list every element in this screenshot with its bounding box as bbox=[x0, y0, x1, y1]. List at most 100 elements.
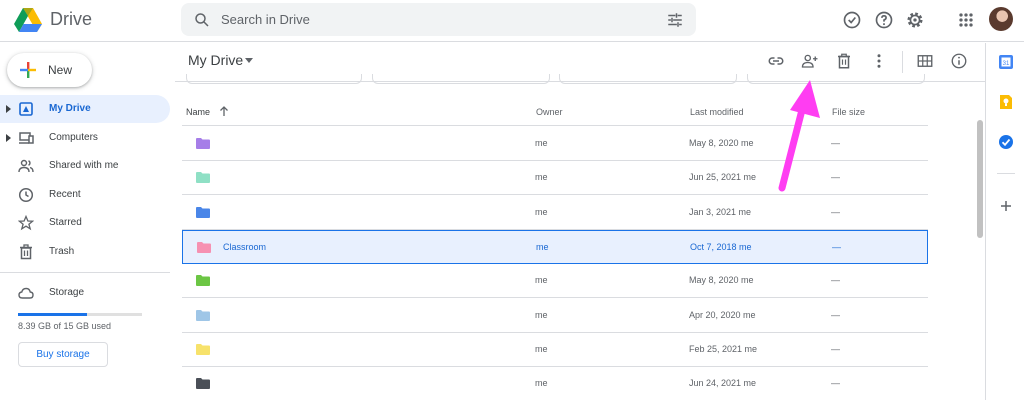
file-owner: me bbox=[535, 172, 548, 183]
column-header-file-size[interactable]: File size bbox=[832, 107, 865, 117]
page-title[interactable]: My Drive bbox=[188, 52, 243, 68]
clock-icon bbox=[18, 187, 34, 203]
my-drive-icon bbox=[19, 102, 33, 116]
chevron-down-icon[interactable] bbox=[245, 58, 253, 63]
ready-for-offline-icon[interactable] bbox=[842, 10, 862, 30]
storage-usage-text: 8.39 GB of 15 GB used bbox=[18, 321, 112, 331]
file-size: — bbox=[831, 206, 840, 217]
get-link-icon[interactable] bbox=[767, 52, 785, 70]
plus-icon bbox=[20, 62, 36, 78]
file-size: — bbox=[831, 138, 840, 148]
file-owner: me bbox=[535, 275, 548, 286]
computer-icon bbox=[19, 132, 34, 144]
sidebar: New My Drive Computers Shared with me Re… bbox=[0, 43, 175, 400]
info-icon[interactable] bbox=[950, 52, 968, 70]
file-owner: me bbox=[536, 241, 549, 252]
scrollbar-thumb[interactable] bbox=[977, 120, 983, 238]
cloud-icon bbox=[18, 287, 34, 299]
keep-notes-icon[interactable] bbox=[998, 94, 1014, 110]
column-header-last-modified[interactable]: Last modified bbox=[690, 107, 744, 117]
trash-icon bbox=[20, 244, 32, 260]
account-avatar[interactable] bbox=[989, 7, 1013, 31]
top-bar: Drive bbox=[0, 0, 1024, 42]
table-row[interactable]: me May 8, 2020 me — bbox=[182, 264, 928, 299]
sidebar-item-my-drive[interactable]: My Drive bbox=[0, 95, 170, 123]
file-owner: me bbox=[535, 309, 548, 320]
sidebar-item-computers[interactable]: Computers bbox=[0, 124, 170, 152]
search-options-icon[interactable] bbox=[666, 11, 684, 29]
help-icon[interactable] bbox=[874, 10, 894, 30]
storage-usage-bar bbox=[18, 313, 142, 316]
file-last-modified: Jan 3, 2021 me bbox=[689, 206, 752, 217]
file-owner: me bbox=[535, 378, 548, 389]
file-owner: me bbox=[535, 138, 548, 148]
quick-access-card[interactable] bbox=[186, 74, 362, 84]
file-size: — bbox=[831, 275, 840, 286]
storage-usage-fill bbox=[18, 313, 88, 316]
toolbar-divider bbox=[902, 51, 903, 73]
side-panel-divider bbox=[997, 173, 1015, 174]
google-apps-icon[interactable] bbox=[956, 10, 976, 30]
sidebar-item-recent[interactable]: Recent bbox=[0, 181, 170, 209]
file-size: — bbox=[831, 172, 840, 183]
file-last-modified: May 8, 2020 me bbox=[689, 138, 754, 148]
table-row[interactable]: me Jan 3, 2021 me — bbox=[182, 196, 928, 230]
sidebar-item-trash[interactable]: Trash bbox=[0, 238, 170, 266]
shared-people-icon bbox=[18, 159, 34, 173]
table-row[interactable]: me Feb 25, 2021 me — bbox=[182, 333, 928, 367]
calendar-icon[interactable]: 31 bbox=[998, 54, 1014, 70]
quick-access-card[interactable] bbox=[372, 74, 550, 84]
drive-logo-icon[interactable] bbox=[14, 7, 42, 33]
expand-caret-icon[interactable] bbox=[6, 133, 12, 143]
file-size: — bbox=[831, 343, 840, 354]
file-last-modified: Feb 25, 2021 me bbox=[689, 343, 758, 354]
main-content: My Drive Name Owner Last modified File s… bbox=[175, 43, 985, 400]
file-size: — bbox=[831, 378, 840, 389]
table-row[interactable]: Classroom me Oct 7, 2018 me — bbox=[182, 229, 928, 264]
folder-icon bbox=[196, 378, 210, 390]
new-button[interactable]: New bbox=[7, 53, 92, 87]
file-name: Classroom bbox=[223, 241, 267, 252]
brand-title[interactable]: Drive bbox=[50, 9, 92, 30]
column-header-name[interactable]: Name bbox=[186, 107, 210, 117]
svg-text:31: 31 bbox=[1003, 61, 1010, 67]
table-row[interactable]: me Apr 20, 2020 me — bbox=[182, 299, 928, 333]
folder-icon bbox=[196, 172, 210, 184]
tasks-icon[interactable] bbox=[998, 134, 1014, 150]
sidebar-item-label: Trash bbox=[49, 246, 75, 257]
folder-icon bbox=[196, 309, 210, 321]
side-panel: 31 bbox=[985, 43, 1024, 400]
trash-icon[interactable] bbox=[835, 52, 853, 70]
sidebar-item-storage[interactable]: Storage bbox=[0, 279, 170, 307]
table-row[interactable]: me Jun 24, 2021 me — bbox=[182, 367, 928, 400]
expand-caret-icon[interactable] bbox=[6, 104, 12, 114]
sidebar-item-label: Computers bbox=[49, 132, 98, 143]
sidebar-item-shared-with-me[interactable]: Shared with me bbox=[0, 152, 170, 180]
folder-icon bbox=[196, 138, 210, 149]
sidebar-item-label: My Drive bbox=[49, 103, 91, 114]
sidebar-item-label: Storage bbox=[49, 287, 85, 298]
more-vert-icon[interactable] bbox=[870, 52, 888, 70]
file-last-modified: Jun 24, 2021 me bbox=[689, 378, 757, 389]
sidebar-divider bbox=[0, 272, 170, 273]
search-input[interactable] bbox=[221, 3, 641, 36]
quick-access-card[interactable] bbox=[559, 74, 737, 84]
sidebar-item-starred[interactable]: Starred bbox=[0, 209, 170, 237]
file-last-modified: Oct 7, 2018 me bbox=[690, 241, 752, 252]
sort-arrow-up-icon[interactable] bbox=[219, 106, 229, 117]
folder-icon bbox=[196, 343, 210, 355]
share-add-person-icon[interactable] bbox=[801, 52, 819, 70]
column-header-owner[interactable]: Owner bbox=[536, 107, 563, 117]
file-size: — bbox=[831, 309, 840, 320]
file-last-modified: Jun 25, 2021 me bbox=[689, 172, 757, 183]
search-bar[interactable] bbox=[181, 3, 696, 36]
add-addon-plus-icon[interactable] bbox=[998, 198, 1014, 214]
folder-icon bbox=[196, 206, 210, 218]
folder-icon bbox=[196, 275, 210, 287]
settings-gear-icon[interactable] bbox=[905, 10, 925, 30]
buy-storage-button[interactable]: Buy storage bbox=[18, 342, 108, 367]
file-owner: me bbox=[535, 206, 548, 217]
search-icon[interactable] bbox=[193, 11, 211, 29]
folder-icon bbox=[197, 241, 211, 253]
grid-view-icon[interactable] bbox=[916, 52, 934, 70]
